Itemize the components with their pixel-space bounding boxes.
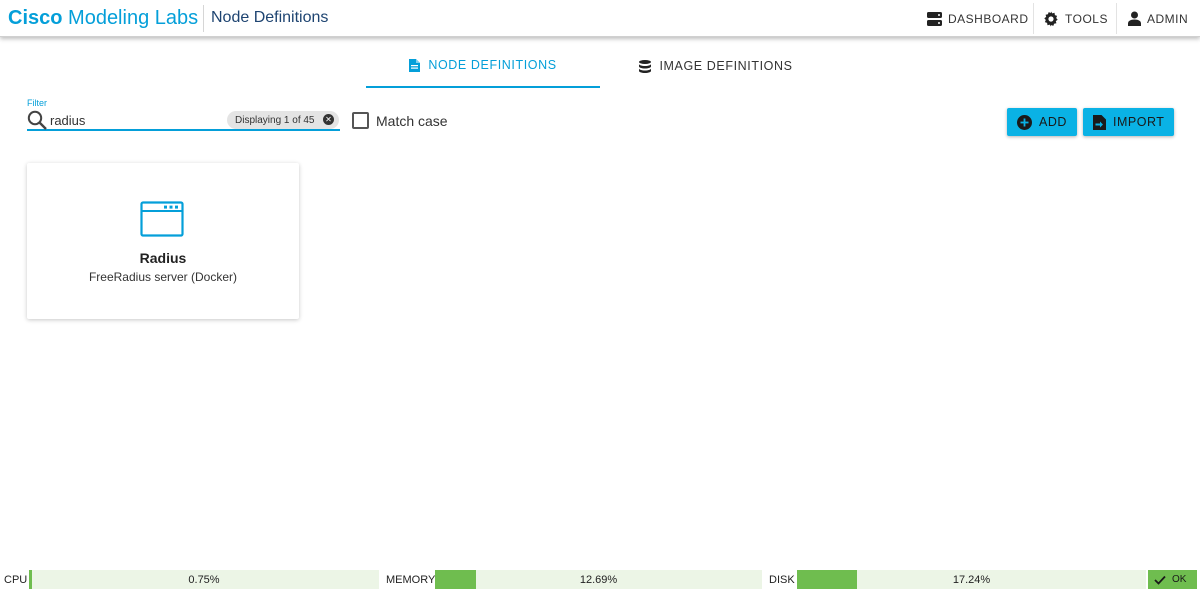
- filter-field: Displaying 1 of 45 ✕: [27, 110, 340, 131]
- page-title: Node Definitions: [211, 9, 329, 26]
- node-card-title: Radius: [139, 250, 187, 266]
- database-icon: [639, 59, 652, 73]
- nav-divider: [1033, 3, 1034, 34]
- import-button[interactable]: IMPORT: [1083, 108, 1174, 136]
- file-import-icon: [1093, 114, 1106, 130]
- nav-admin[interactable]: ADMIN: [1128, 0, 1188, 37]
- brand-name-bold: Cisco: [8, 7, 63, 29]
- brand-divider: [203, 5, 204, 32]
- add-button[interactable]: ADD: [1007, 108, 1077, 136]
- disk-value: 17.24%: [952, 574, 991, 586]
- result-count-text: Displaying 1 of 45: [235, 114, 315, 126]
- cpu-gauge: 0.75%: [29, 570, 379, 589]
- disk-gauge: 17.24%: [797, 570, 1146, 589]
- gear-icon: [1044, 11, 1058, 26]
- node-definition-card[interactable]: Radius FreeRadius server (Docker): [27, 163, 299, 319]
- add-circle-icon: [1017, 114, 1032, 130]
- tab-node-definitions[interactable]: NODE DEFINITIONS: [366, 44, 600, 88]
- document-icon: [409, 58, 421, 72]
- browser-window-icon: [140, 201, 184, 237]
- match-case-toggle[interactable]: Match case: [352, 112, 448, 129]
- check-icon: [1154, 575, 1166, 585]
- search-icon: [27, 110, 47, 130]
- result-count-chip: Displaying 1 of 45 ✕: [227, 111, 339, 129]
- match-case-label: Match case: [376, 112, 448, 129]
- app-brand[interactable]: Cisco Modeling Labs: [8, 6, 198, 30]
- brand-name-light: Modeling Labs: [68, 7, 199, 29]
- nav-dashboard[interactable]: DASHBOARD: [927, 0, 1029, 37]
- tab-label: IMAGE DEFINITIONS: [659, 59, 793, 73]
- nav-tools-label: TOOLS: [1065, 11, 1108, 26]
- dashboard-icon: [927, 11, 942, 26]
- system-status-badge: OK: [1148, 570, 1197, 589]
- tab-label: NODE DEFINITIONS: [428, 58, 557, 72]
- clear-filter-icon[interactable]: ✕: [323, 114, 334, 125]
- user-icon: [1128, 11, 1141, 26]
- nav-tools[interactable]: TOOLS: [1043, 0, 1108, 37]
- match-case-checkbox[interactable]: [352, 112, 369, 129]
- add-button-label: ADD: [1039, 115, 1067, 129]
- memory-value: 12.69%: [579, 574, 618, 586]
- status-bar: CPU 0.75% MEMORY 12.69% DISK 17.24% OK: [0, 568, 1200, 591]
- nav-admin-label: ADMIN: [1147, 11, 1189, 26]
- top-navigation-bar: Cisco Modeling Labs Node Definitions DAS…: [0, 0, 1200, 37]
- tab-image-definitions[interactable]: IMAGE DEFINITIONS: [600, 44, 832, 88]
- filter-input[interactable]: [50, 111, 220, 129]
- filter-label: Filter: [27, 98, 47, 108]
- memory-gauge: 12.69%: [435, 570, 762, 589]
- import-button-label: IMPORT: [1113, 115, 1165, 129]
- disk-label: DISK: [769, 574, 795, 586]
- nav-dashboard-label: DASHBOARD: [948, 11, 1029, 26]
- cpu-value: 0.75%: [188, 574, 220, 586]
- cpu-label: CPU: [4, 574, 28, 586]
- nav-divider: [1116, 3, 1117, 34]
- system-status-text: OK: [1172, 574, 1187, 585]
- memory-label: MEMORY: [386, 574, 436, 586]
- node-card-subtitle: FreeRadius server (Docker): [88, 270, 238, 284]
